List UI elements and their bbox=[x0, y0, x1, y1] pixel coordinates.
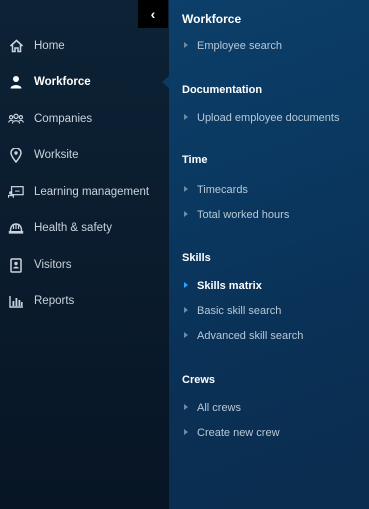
section-heading-time: Time bbox=[182, 154, 208, 166]
sidebar-item-worksite[interactable]: Worksite bbox=[0, 140, 169, 170]
collapse-sidebar-button[interactable]: ‹ bbox=[138, 0, 168, 28]
panel-title: Workforce bbox=[182, 12, 242, 26]
sidebar-item-reports[interactable]: Reports bbox=[0, 286, 169, 316]
sidebar-item-health-safety[interactable]: Health & safety bbox=[0, 213, 169, 243]
group-icon bbox=[8, 111, 24, 127]
sidebar-item-learning-management[interactable]: Learning management bbox=[0, 177, 169, 207]
caret-right-icon bbox=[184, 307, 188, 314]
caret-right-icon bbox=[184, 332, 188, 339]
link-employee-search[interactable]: Employee search bbox=[184, 40, 282, 52]
caret-right-icon bbox=[184, 429, 188, 436]
workforce-submenu-panel: Workforce Employee search Documentation … bbox=[169, 0, 369, 509]
section-heading-documentation: Documentation bbox=[182, 84, 263, 96]
link-advanced-skill-search[interactable]: Advanced skill search bbox=[184, 330, 303, 342]
link-total-worked-hours[interactable]: Total worked hours bbox=[184, 209, 289, 221]
sidebar-item-label: Companies bbox=[34, 113, 93, 125]
person-icon bbox=[8, 74, 24, 90]
sidebar-item-companies[interactable]: Companies bbox=[0, 104, 169, 134]
caret-right-icon bbox=[184, 282, 188, 289]
sidebar-item-label: Health & safety bbox=[34, 222, 112, 234]
sidebar-item-visitors[interactable]: Visitors bbox=[0, 250, 169, 280]
link-create-new-crew[interactable]: Create new crew bbox=[184, 427, 280, 439]
caret-right-icon bbox=[184, 404, 188, 411]
learning-icon bbox=[8, 184, 24, 200]
sidebar-item-home[interactable]: Home bbox=[0, 31, 169, 61]
bar-chart-icon bbox=[8, 293, 24, 309]
home-icon bbox=[8, 38, 24, 54]
link-all-crews[interactable]: All crews bbox=[184, 402, 241, 414]
caret-right-icon bbox=[184, 114, 188, 121]
sidebar-item-label: Home bbox=[34, 40, 65, 52]
sidebar-item-workforce[interactable]: Workforce bbox=[0, 67, 169, 97]
section-heading-crews: Crews bbox=[182, 374, 216, 386]
caret-right-icon bbox=[184, 186, 188, 193]
sidebar-item-label: Worksite bbox=[34, 149, 79, 161]
link-skills-matrix[interactable]: Skills matrix bbox=[184, 280, 262, 292]
link-upload-employee-documents[interactable]: Upload employee documents bbox=[184, 112, 339, 124]
badge-icon bbox=[8, 257, 24, 273]
section-heading-skills: Skills bbox=[182, 252, 211, 264]
link-timecards[interactable]: Timecards bbox=[184, 184, 248, 196]
sidebar: ‹ Home Workforce Companies Worksite Lear… bbox=[0, 0, 169, 509]
map-pin-icon bbox=[8, 147, 24, 163]
chevron-left-icon: ‹ bbox=[150, 6, 156, 22]
sidebar-item-label: Reports bbox=[34, 295, 75, 307]
sidebar-item-label: Learning management bbox=[34, 186, 150, 198]
sidebar-item-label: Visitors bbox=[34, 259, 72, 271]
caret-right-icon bbox=[184, 42, 188, 49]
caret-right-icon bbox=[184, 211, 188, 218]
hard-hat-icon bbox=[8, 220, 24, 236]
sidebar-item-label: Workforce bbox=[34, 76, 91, 88]
link-basic-skill-search[interactable]: Basic skill search bbox=[184, 305, 281, 317]
